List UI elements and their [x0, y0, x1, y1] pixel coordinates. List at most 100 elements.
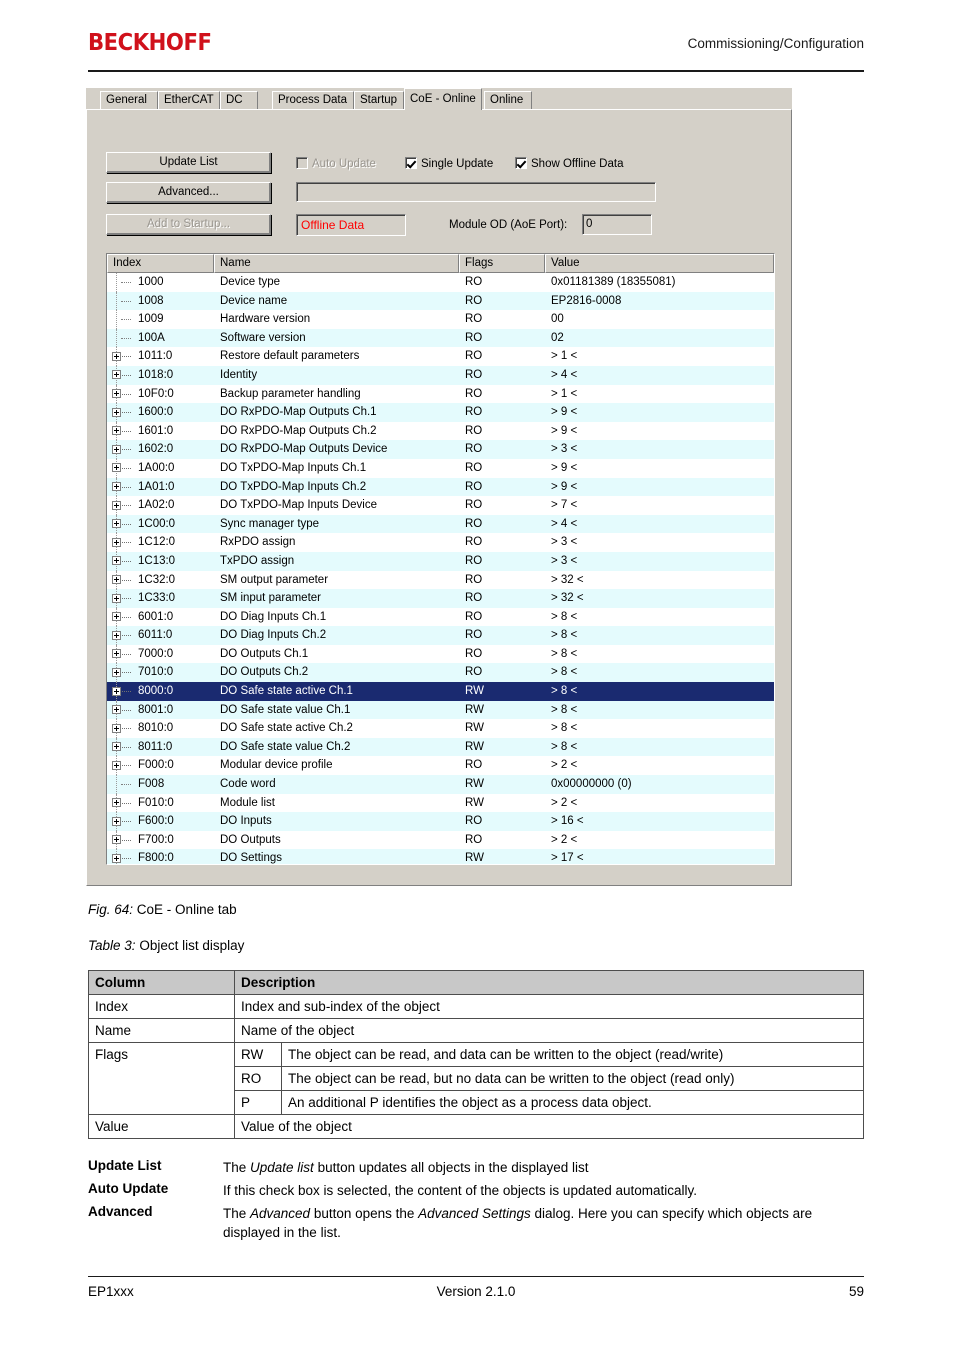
cell-index-text: 1C33:0	[138, 592, 176, 605]
status-text-field[interactable]	[296, 182, 656, 202]
cell-value: > 32 <	[551, 573, 584, 586]
expand-plus-icon[interactable]	[112, 482, 121, 492]
tab-startup[interactable]: Startup	[354, 91, 404, 109]
object-list-row[interactable]: 1A00:0 DO TxPDO-Map Inputs Ch.1 RO > 9 <	[107, 458, 774, 478]
update-list-button[interactable]: Update List	[106, 152, 271, 173]
tree-connector-icon	[122, 672, 131, 674]
object-list-row[interactable]: F010:0 Module list RW > 2 <	[107, 793, 774, 813]
cell-name: DO Diag Inputs Ch.1	[220, 610, 327, 623]
expand-plus-icon[interactable]	[112, 556, 121, 566]
object-list-row[interactable]: 1008 Device name RO EP2816-0008	[107, 291, 774, 311]
object-list-row[interactable]: 8000:0 DO Safe state active Ch.1 RW > 8 <	[107, 682, 774, 701]
tab-dc[interactable]: DC	[220, 91, 258, 109]
object-list-row[interactable]: F800:0 DO Settings RW > 17 <	[107, 849, 774, 864]
object-list-row[interactable]: F008 Code word RW 0x00000000 (0)	[107, 775, 774, 794]
column-header-flags[interactable]: Flags	[459, 254, 545, 273]
cell-index: 1A02:0	[107, 496, 214, 515]
object-list-row[interactable]: 7000:0 DO Outputs Ch.1 RO > 8 <	[107, 644, 774, 664]
column-header-value[interactable]: Value	[545, 254, 774, 273]
expand-plus-icon[interactable]	[112, 537, 121, 547]
object-list-row[interactable]: F000:0 Modular device profile RO > 2 <	[107, 756, 774, 776]
expand-plus-icon[interactable]	[112, 370, 121, 380]
tab-coe-online[interactable]: CoE - Online	[404, 88, 482, 110]
object-list-row[interactable]: F600:0 DO Inputs RO > 16 <	[107, 812, 774, 831]
object-list-row[interactable]: 1600:0 DO RxPDO-Map Outputs Ch.1 RO > 9 <	[107, 403, 774, 422]
expand-plus-icon[interactable]	[112, 760, 121, 770]
auto-update-checkbox[interactable]: Auto Update	[296, 157, 376, 171]
cell-index: F700:0	[107, 830, 214, 850]
expand-plus-icon[interactable]	[112, 351, 121, 361]
object-list-row[interactable]: 1C32:0 SM output parameter RO > 32 <	[107, 570, 774, 590]
show-offline-data-label: Show Offline Data	[531, 158, 624, 170]
cell-flags: RO	[465, 833, 483, 846]
tab-ethercat[interactable]: EtherCAT	[158, 91, 220, 109]
expand-plus-icon[interactable]	[112, 444, 121, 454]
cell-index: F008	[107, 775, 214, 794]
expand-plus-icon[interactable]	[112, 612, 121, 622]
object-list-row[interactable]: 1601:0 DO RxPDO-Map Outputs Ch.2 RO > 9 <	[107, 421, 774, 441]
expand-plus-icon[interactable]	[112, 798, 121, 808]
expand-plus-icon[interactable]	[112, 463, 121, 473]
object-list-row[interactable]: 1C13:0 TxPDO assign RO > 3 <	[107, 551, 774, 571]
cell-index: 1009	[107, 310, 214, 329]
object-list-row[interactable]: 10F0:0 Backup parameter handling RO > 1 <	[107, 384, 774, 404]
object-list-row[interactable]: 100A Software version RO 02	[107, 328, 774, 348]
expand-plus-icon[interactable]	[112, 723, 121, 733]
advanced-button[interactable]: Advanced...	[106, 182, 271, 203]
expand-plus-icon[interactable]	[112, 853, 121, 863]
column-header-index[interactable]: Index	[107, 254, 214, 273]
table-cell-description: The object can be read, but no data can …	[281, 1066, 864, 1091]
object-list-row[interactable]: 7010:0 DO Outputs Ch.2 RO > 8 <	[107, 663, 774, 683]
show-offline-data-checkbox[interactable]: Show Offline Data	[515, 157, 623, 171]
expand-plus-icon[interactable]	[112, 426, 121, 436]
add-to-startup-button[interactable]: Add to Startup...	[106, 214, 271, 235]
expand-plus-icon[interactable]	[112, 630, 121, 640]
beckhoff-logo: BECKHOFF	[88, 30, 212, 56]
object-list-row[interactable]: 1C00:0 Sync manager type RO > 4 <	[107, 514, 774, 534]
object-list-view[interactable]: Index Name Flags Value 1000 Device type RO…	[106, 253, 775, 865]
expand-plus-icon[interactable]	[112, 575, 121, 584]
expand-plus-icon[interactable]	[112, 742, 121, 752]
object-list-row[interactable]: 6011:0 DO Diag Inputs Ch.2 RO > 8 <	[107, 626, 774, 645]
definition-term: Auto Update	[88, 1181, 169, 1196]
cell-index: 1018:0	[107, 365, 214, 385]
cell-index: F800:0	[107, 849, 214, 864]
table-header-description: Description	[234, 970, 864, 995]
object-list-row[interactable]: 1011:0 Restore default parameters RO > 1 <	[107, 347, 774, 366]
object-list-row[interactable]: 1009 Hardware version RO 00	[107, 310, 774, 329]
object-list-row[interactable]: 8011:0 DO Safe state value Ch.2 RW > 8 <	[107, 737, 774, 757]
expand-plus-icon[interactable]	[112, 705, 121, 715]
expand-plus-icon[interactable]	[112, 835, 121, 845]
object-list-row[interactable]: F700:0 DO Outputs RO > 2 <	[107, 830, 774, 850]
object-list-row[interactable]: 1018:0 Identity RO > 4 <	[107, 365, 774, 385]
tab-online[interactable]: Online	[484, 91, 532, 109]
object-list-row[interactable]: 1A01:0 DO TxPDO-Map Inputs Ch.2 RO > 9 <	[107, 477, 774, 497]
expand-plus-icon[interactable]	[112, 389, 121, 399]
single-update-checkbox[interactable]: Single Update	[405, 157, 493, 171]
tab-process-data[interactable]: Process Data	[272, 91, 354, 109]
cell-index: 1C12:0	[107, 533, 214, 552]
expand-plus-icon[interactable]	[112, 667, 121, 677]
object-list-row[interactable]: 8001:0 DO Safe state value Ch.1 RW > 8 <	[107, 700, 774, 720]
object-list-row[interactable]: 8010:0 DO Safe state active Ch.2 RW > 8 <	[107, 719, 774, 738]
cell-index: F600:0	[107, 812, 214, 831]
module-od-input[interactable]: 0	[582, 214, 652, 235]
column-header-name[interactable]: Name	[214, 254, 459, 273]
expand-plus-icon[interactable]	[112, 593, 121, 603]
object-list-row[interactable]: 1602:0 DO RxPDO-Map Outputs Device RO > 3 <	[107, 440, 774, 459]
expand-plus-icon[interactable]	[112, 407, 121, 417]
expand-plus-icon[interactable]	[112, 686, 121, 696]
table-cell-flag: RO	[234, 1066, 282, 1091]
object-list-row[interactable]: 1C33:0 SM input parameter RO > 32 <	[107, 589, 774, 608]
expand-plus-icon[interactable]	[112, 519, 121, 529]
tree-connector-icon	[122, 653, 131, 656]
object-list-row[interactable]: 1A02:0 DO TxPDO-Map Inputs Device RO > 7 <	[107, 496, 774, 515]
tab-general[interactable]: General	[100, 91, 158, 109]
expand-plus-icon[interactable]	[112, 816, 121, 826]
expand-plus-icon[interactable]	[112, 649, 121, 659]
object-list-row[interactable]: 1C12:0 RxPDO assign RO > 3 <	[107, 533, 774, 552]
expand-plus-icon[interactable]	[112, 500, 121, 510]
object-list-row[interactable]: 6001:0 DO Diag Inputs Ch.1 RO > 8 <	[107, 607, 774, 627]
object-list-row[interactable]: 1000 Device type RO 0x01181389 (18355081)	[107, 273, 774, 292]
checkbox-checked-icon	[405, 157, 417, 169]
